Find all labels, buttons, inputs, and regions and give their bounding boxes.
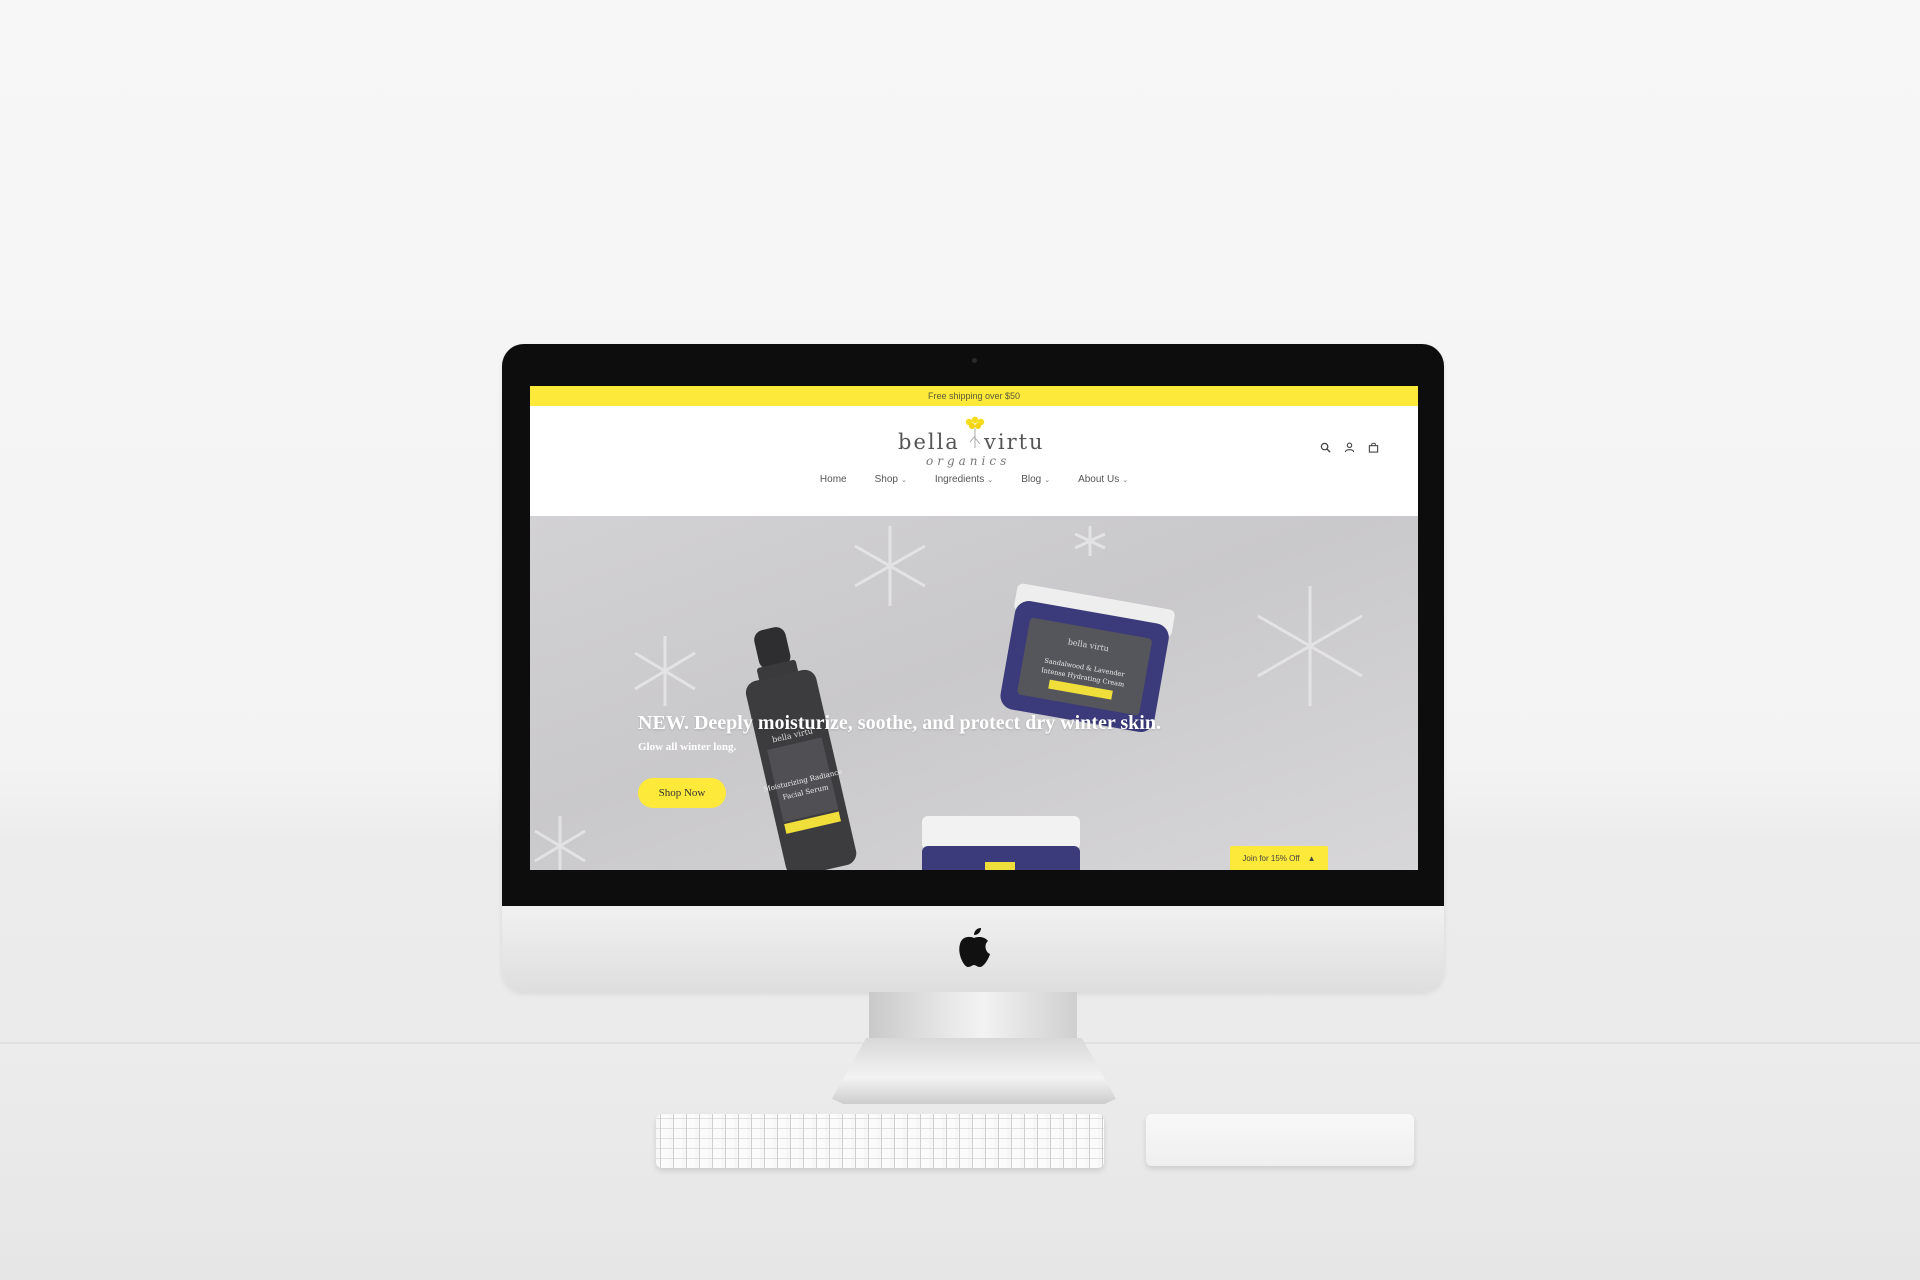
trackpad xyxy=(1146,1114,1414,1166)
website-screen: Free shipping over $50 bella virtu organ… xyxy=(530,386,1418,870)
header-icons xyxy=(1318,440,1380,454)
nav-label: Shop xyxy=(874,474,898,485)
cream-jar-bottom xyxy=(922,816,1080,870)
hero-subtitle: Glow all winter long. xyxy=(638,741,737,753)
brand-name-left: bella xyxy=(898,430,960,454)
nav-label: About Us xyxy=(1078,474,1120,485)
join-discount-label: Join for 15% Off xyxy=(1242,853,1300,863)
brand-tagline: organics xyxy=(926,454,1011,468)
chevron-down-icon: ⌄ xyxy=(987,476,994,484)
main-nav: Home Shop ⌄ Ingredients ⌄ Blog ⌄ About U… xyxy=(530,474,1418,485)
nav-label: Ingredients xyxy=(934,474,985,485)
camera-icon xyxy=(972,358,977,363)
nav-item-shop[interactable]: Shop ⌄ xyxy=(875,474,907,485)
keyboard xyxy=(656,1114,1104,1168)
nav-label: Blog xyxy=(1021,474,1042,485)
nav-item-ingredients[interactable]: Ingredients ⌄ xyxy=(935,474,993,485)
chevron-down-icon: ⌄ xyxy=(900,476,907,484)
announcement-bar: Free shipping over $50 xyxy=(530,386,1418,406)
search-icon[interactable] xyxy=(1318,440,1332,454)
monitor-stand-base xyxy=(832,1038,1116,1104)
caret-up-icon: ▲ xyxy=(1307,853,1316,863)
nav-item-home[interactable]: Home xyxy=(820,474,847,485)
chevron-down-icon: ⌄ xyxy=(1122,476,1129,484)
hero-copy: NEW. Deeply moisturize, soothe, and prot… xyxy=(638,712,1161,753)
shop-now-button[interactable]: Shop Now xyxy=(638,778,726,808)
join-discount-tab[interactable]: Join for 15% Off ▲ xyxy=(1230,846,1328,870)
brand-logo[interactable]: bella virtu organics xyxy=(898,416,1050,476)
hero-banner: bella virtu Moisturizing Radiance Facial… xyxy=(530,516,1418,870)
chevron-down-icon: ⌄ xyxy=(1044,476,1051,484)
nav-label: Home xyxy=(819,474,847,485)
hero-product-image: bella virtu Moisturizing Radiance Facial… xyxy=(534,526,1363,870)
brand-name-right: virtu xyxy=(984,430,1045,454)
monitor-stand-neck xyxy=(869,992,1077,1040)
cart-icon[interactable] xyxy=(1366,440,1380,454)
nav-item-blog[interactable]: Blog ⌄ xyxy=(1021,474,1050,485)
nav-item-about-us[interactable]: About Us ⌄ xyxy=(1078,474,1128,485)
hero-title: NEW. Deeply moisturize, soothe, and prot… xyxy=(638,712,1161,734)
account-icon[interactable] xyxy=(1342,440,1356,454)
apple-logo-icon xyxy=(959,928,990,967)
